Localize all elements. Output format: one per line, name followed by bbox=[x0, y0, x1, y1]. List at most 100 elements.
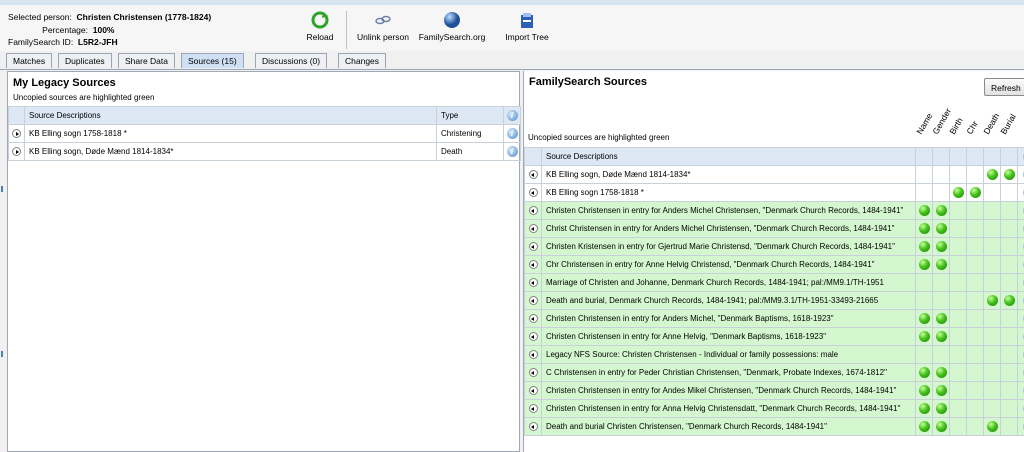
row-expander[interactable] bbox=[524, 201, 542, 220]
row-expander[interactable] bbox=[524, 273, 542, 292]
table-row[interactable]: C Christensen in entry for Peder Christi… bbox=[524, 363, 1024, 382]
flag-cell-chr bbox=[966, 201, 984, 220]
flag-cell-birth bbox=[949, 327, 967, 346]
flag-cell-birth bbox=[949, 273, 967, 292]
flag-cell-chr bbox=[966, 255, 984, 274]
row-expander[interactable] bbox=[524, 417, 542, 436]
arrow-right-icon bbox=[12, 147, 21, 157]
row-expander[interactable] bbox=[8, 124, 25, 143]
table-header-row: Source Descriptions i bbox=[524, 147, 1024, 166]
flag-cell-gender bbox=[932, 417, 950, 436]
green-check-icon bbox=[918, 367, 930, 378]
tab-changes[interactable]: Changes bbox=[338, 53, 387, 68]
source-description: Christen Christensen in entry for Andes … bbox=[541, 381, 916, 400]
table-row[interactable]: KB Elling sogn 1758-1818 * Christening i bbox=[8, 124, 521, 143]
table-row[interactable]: Chr Christensen in entry for Anne Helvig… bbox=[524, 255, 1024, 274]
tab-matches[interactable]: Matches bbox=[6, 53, 53, 68]
flag-cell-death bbox=[983, 399, 1001, 418]
person-header: Selected person: Christen Christensen (1… bbox=[0, 5, 1024, 51]
table-row[interactable]: Christen Christensen in entry for Anders… bbox=[524, 201, 1024, 220]
header-flag-cell bbox=[1000, 147, 1018, 166]
row-expander[interactable] bbox=[524, 381, 542, 400]
flag-cell-gender bbox=[932, 273, 950, 292]
familysearch-org-button[interactable]: FamilySearch.org bbox=[416, 11, 488, 42]
table-row[interactable]: Christen Christensen in entry for Anna H… bbox=[524, 399, 1024, 418]
familysearch-org-label: FamilySearch.org bbox=[418, 32, 486, 42]
header-flag-cell bbox=[949, 147, 967, 166]
info-icon[interactable]: i bbox=[506, 146, 518, 157]
green-check-icon bbox=[935, 259, 947, 270]
green-check-icon bbox=[986, 295, 998, 306]
flag-cell-birth bbox=[949, 381, 967, 400]
col-source-descriptions[interactable]: Source Descriptions bbox=[541, 147, 916, 166]
table-row[interactable]: Marriage of Christen and Johanne, Denmar… bbox=[524, 273, 1024, 292]
green-check-icon bbox=[952, 187, 964, 198]
row-expander[interactable] bbox=[524, 183, 542, 202]
green-check-icon bbox=[935, 313, 947, 324]
flag-cell-burial bbox=[1000, 291, 1018, 310]
table-row[interactable]: Christen Christensen in entry for Anne H… bbox=[524, 327, 1024, 346]
row-expander[interactable] bbox=[524, 363, 542, 382]
table-row[interactable]: Christen Christensen in entry for Andes … bbox=[524, 381, 1024, 400]
source-type: Death bbox=[436, 142, 504, 161]
col-type[interactable]: Type bbox=[436, 106, 504, 125]
flag-cell-gender bbox=[932, 327, 950, 346]
flag-cell-name bbox=[915, 417, 933, 436]
table-row[interactable]: Christen Kristensen in entry for Gjertru… bbox=[524, 237, 1024, 256]
tab-duplicates[interactable]: Duplicates bbox=[58, 53, 112, 68]
table-row[interactable]: Christen Christensen in entry for Anders… bbox=[524, 309, 1024, 328]
flag-cell-death bbox=[983, 255, 1001, 274]
source-description: C Christensen in entry for Peder Christi… bbox=[541, 363, 916, 382]
row-expander[interactable] bbox=[8, 142, 25, 161]
row-expander[interactable] bbox=[524, 309, 542, 328]
green-check-icon bbox=[918, 421, 930, 432]
table-row[interactable]: KB Elling sogn, Døde Mænd 1814-1834* Dea… bbox=[8, 142, 521, 161]
left-splitter[interactable] bbox=[0, 71, 7, 452]
selected-person-label: Selected person: bbox=[8, 12, 72, 22]
table-row[interactable]: Death and burial Christen Christensen, "… bbox=[524, 417, 1024, 436]
info-icon[interactable]: i bbox=[506, 128, 518, 139]
row-expander[interactable] bbox=[524, 255, 542, 274]
flag-cell-chr bbox=[966, 381, 984, 400]
row-expander[interactable] bbox=[524, 219, 542, 238]
tab-sources[interactable]: Sources (15) bbox=[181, 53, 244, 68]
legacy-sources-pane: My Legacy Sources Uncopied sources are h… bbox=[7, 71, 521, 452]
unlink-person-button[interactable]: Unlink person bbox=[354, 11, 412, 42]
row-expander[interactable] bbox=[524, 165, 542, 184]
table-row[interactable]: Death and burial, Denmark Church Records… bbox=[524, 291, 1024, 310]
info-column: i bbox=[1017, 147, 1024, 166]
source-description: KB Elling sogn, Døde Mænd 1814-1834* bbox=[541, 165, 916, 184]
info-cell: i bbox=[1017, 417, 1024, 436]
flag-cell-death bbox=[983, 417, 1001, 436]
flag-cell-death bbox=[983, 345, 1001, 364]
row-expander[interactable] bbox=[524, 237, 542, 256]
col-source-descriptions[interactable]: Source Descriptions bbox=[24, 106, 437, 125]
info-icon[interactable]: i bbox=[506, 110, 518, 121]
reload-button[interactable]: Reload bbox=[305, 11, 335, 42]
header-spacer bbox=[524, 147, 542, 166]
flag-cell-chr bbox=[966, 273, 984, 292]
table-row[interactable]: Legacy NFS Source: Christen Christensen … bbox=[524, 345, 1024, 364]
arrow-left-icon bbox=[528, 314, 538, 324]
table-row[interactable]: KB Elling sogn 1758-1818 * i bbox=[524, 183, 1024, 202]
tab-share-data[interactable]: Share Data bbox=[118, 53, 175, 68]
flag-cell-name bbox=[915, 381, 933, 400]
flag-cell-burial bbox=[1000, 201, 1018, 220]
source-description: Death and burial, Denmark Church Records… bbox=[541, 291, 916, 310]
row-expander[interactable] bbox=[524, 345, 542, 364]
import-tree-button[interactable]: Import Tree bbox=[503, 11, 551, 42]
flag-cell-name bbox=[915, 255, 933, 274]
info-cell: i bbox=[1017, 399, 1024, 418]
green-check-icon bbox=[918, 223, 930, 234]
table-row[interactable]: Christ Christensen in entry for Anders M… bbox=[524, 219, 1024, 238]
table-row[interactable]: KB Elling sogn, Døde Mænd 1814-1834* i bbox=[524, 165, 1024, 184]
row-expander[interactable] bbox=[524, 291, 542, 310]
flag-cell-birth bbox=[949, 417, 967, 436]
refresh-button[interactable]: Refresh bbox=[984, 78, 1024, 96]
flag-cell-burial bbox=[1000, 273, 1018, 292]
flag-cell-gender bbox=[932, 381, 950, 400]
row-expander[interactable] bbox=[524, 399, 542, 418]
tab-discussions[interactable]: Discussions (0) bbox=[255, 53, 328, 68]
source-description: Christen Christensen in entry for Anders… bbox=[541, 309, 916, 328]
row-expander[interactable] bbox=[524, 327, 542, 346]
